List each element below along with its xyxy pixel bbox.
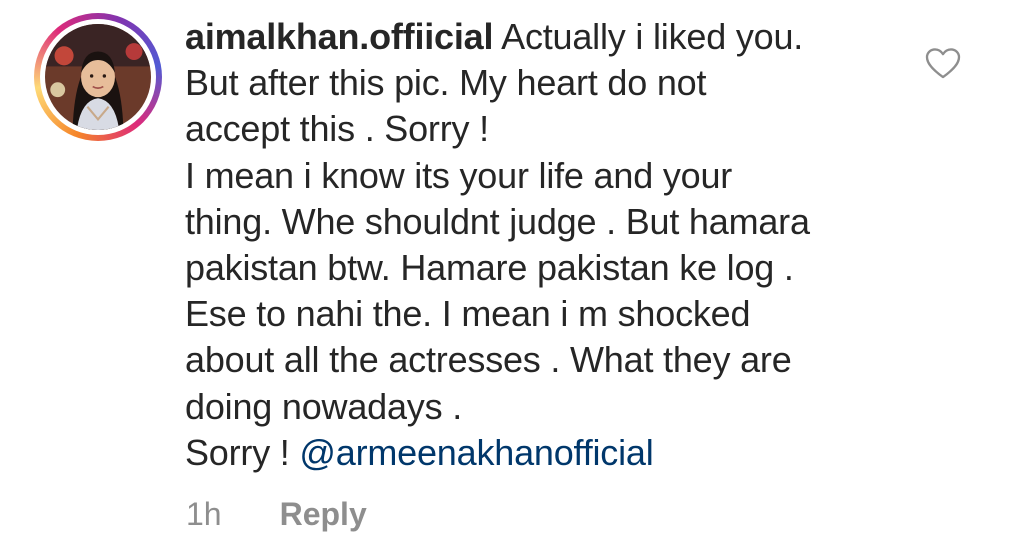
comment-username[interactable]: aimalkhan.offiicial — [185, 16, 494, 57]
comment-text-line: thing. Whe shouldnt judge . But hamara — [185, 200, 810, 242]
comment-item: aimalkhan.offiicial Actually i liked you… — [0, 0, 1024, 550]
heart-outline-icon[interactable] — [925, 48, 961, 80]
comment-meta: 1h Reply — [186, 496, 367, 533]
comment-text-line: Actually i liked you. — [493, 16, 804, 57]
avatar-border — [40, 19, 156, 135]
comment-text-line: accept this . Sorry ! — [185, 108, 489, 150]
comment-text-line: Sorry ! — [185, 431, 300, 473]
user-avatar-photo — [45, 24, 151, 130]
comment-text-line: about all the actresses . What they are — [185, 339, 792, 381]
mention-link[interactable]: @armeenakhanofficial — [299, 432, 653, 473]
reply-button[interactable]: Reply — [280, 496, 367, 533]
comment-last-line: Sorry ! @armeenakhanofficial — [185, 430, 915, 476]
comment-first-line: aimalkhan.offiicial Actually i liked you… — [185, 14, 915, 60]
comment-body: aimalkhan.offiicial Actually i liked you… — [185, 14, 915, 476]
comment-timestamp: 1h — [186, 496, 222, 532]
comment-text-line: Ese to nahi the. I mean i m shocked — [185, 293, 751, 335]
comment-text-line: pakistan btw. Hamare pakistan ke log . — [185, 247, 794, 289]
comment-text-line: But after this pic. My heart do not — [185, 62, 707, 104]
comment-text-line: I mean i know its your life and your — [185, 154, 733, 196]
comment-text-line: doing nowadays . — [185, 385, 462, 427]
avatar[interactable] — [34, 13, 162, 141]
